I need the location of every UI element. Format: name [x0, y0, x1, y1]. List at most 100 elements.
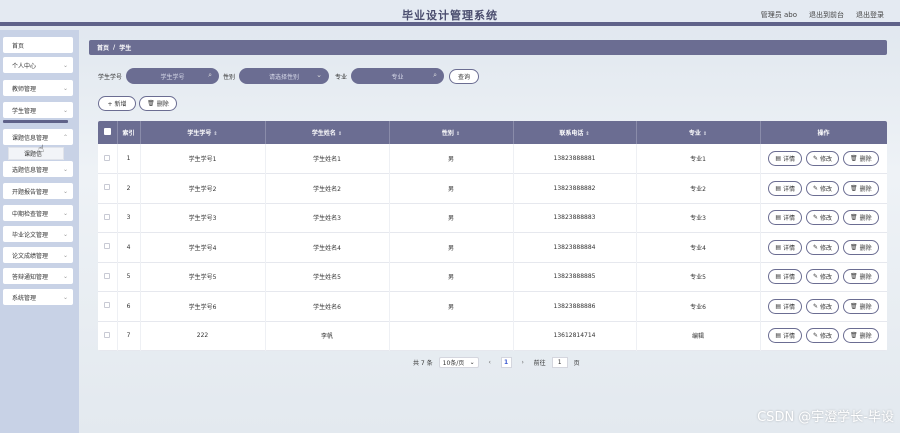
page-number-current[interactable]: 1: [500, 356, 512, 368]
student-no-input[interactable]: 学生学号 ⌕: [126, 68, 220, 84]
cell-student-name: 学生姓名4: [265, 232, 390, 262]
edit-button[interactable]: ✎ 修改: [806, 298, 840, 314]
checkbox[interactable]: [104, 154, 111, 161]
next-page-icon[interactable]: ›: [518, 357, 528, 368]
cell-major: 编辑: [636, 321, 761, 351]
pencil-icon: ✎: [813, 243, 819, 251]
cell-gender: 男: [389, 203, 514, 233]
row-checkbox[interactable]: [98, 291, 118, 321]
chevron-down-icon: ⌄: [62, 165, 68, 173]
watermark: CSDN @宇澄学长-毕设: [757, 410, 894, 425]
checkbox[interactable]: [104, 184, 111, 191]
sidebar-item-grades[interactable]: 论文成绩管理 ⌄: [3, 247, 73, 263]
delete-button[interactable]: 🗑 删除: [843, 239, 879, 255]
header-major[interactable]: 专业 ⇕: [636, 121, 761, 144]
delete-button[interactable]: 🗑 删除: [843, 298, 879, 314]
detail-button[interactable]: ▤ 详情: [768, 328, 802, 344]
select-all-checkbox[interactable]: [98, 121, 118, 144]
cell-student-name: 学生姓名1: [265, 144, 390, 174]
logout-link[interactable]: 退出登录: [856, 10, 884, 20]
admin-user-label[interactable]: 管理员 abo: [761, 10, 797, 20]
delete-button[interactable]: 🗑 删除: [843, 180, 879, 196]
edit-label: 修改: [820, 303, 833, 311]
prev-page-icon[interactable]: ‹: [485, 357, 495, 368]
row-checkbox[interactable]: [98, 203, 118, 233]
header-student-no[interactable]: 学生学号 ⇕: [140, 121, 266, 144]
cell-student-no: 学生学号6: [140, 291, 266, 321]
delete-button[interactable]: 🗑 删除: [843, 269, 879, 285]
sidebar-item-system[interactable]: 系统管理 ⌄: [3, 289, 73, 305]
doc-icon: ▤: [775, 184, 781, 192]
cell-actions: ▤ 详情 ✎ 修改 🗑 删除: [760, 203, 887, 233]
checkbox[interactable]: [104, 243, 111, 250]
cell-major: 专业4: [636, 232, 761, 262]
sidebar-item-proposal[interactable]: 开题报告管理 ⌄: [3, 183, 73, 199]
checkbox[interactable]: [104, 213, 111, 220]
edit-label: 修改: [820, 333, 833, 341]
sidebar-item-defense[interactable]: 答辩通知管理 ⌄: [3, 268, 73, 284]
detail-button[interactable]: ▤ 详情: [768, 298, 802, 314]
cell-gender: 男: [389, 173, 514, 203]
sidebar-item-thesis[interactable]: 毕业论文管理 ⌄: [3, 226, 73, 242]
edit-button[interactable]: ✎ 修改: [806, 180, 840, 196]
edit-button[interactable]: ✎ 修改: [806, 328, 840, 344]
row-checkbox[interactable]: [98, 144, 118, 174]
major-input[interactable]: 专业 ⌕: [351, 68, 445, 84]
goto-page-input[interactable]: 1: [551, 356, 568, 368]
header-phone[interactable]: 联系电话 ⇕: [513, 121, 637, 144]
detail-button[interactable]: ▤ 详情: [768, 210, 802, 226]
batch-delete-button[interactable]: 🗑 删除: [139, 96, 177, 111]
table-row: 4 学生学号4 学生姓名4 男 13823888884 专业4 ▤ 详情 ✎ 修改 🗑 删除: [98, 232, 887, 262]
query-button[interactable]: 查询: [449, 68, 480, 84]
row-checkbox[interactable]: [98, 232, 118, 262]
top-header: 毕业设计管理系统 管理员 abo 退出到前台 退出登录: [0, 0, 900, 26]
sidebar-item-home[interactable]: 首页: [3, 37, 73, 53]
sidebar-item-students[interactable]: 学生管理 ⌄: [3, 102, 73, 118]
doc-icon: ▤: [775, 302, 781, 310]
chevron-down-icon: ⌄: [62, 293, 68, 301]
header-student-name[interactable]: 学生姓名 ⇕: [265, 121, 390, 144]
add-button[interactable]: + 新增: [98, 96, 136, 111]
checkbox[interactable]: [104, 272, 111, 279]
cell-student-no: 学生学号4: [140, 232, 266, 262]
sidebar-item-teachers[interactable]: 教师管理 ⌄: [3, 80, 73, 96]
detail-button[interactable]: ▤ 详情: [768, 151, 802, 166]
sidebar-item-label: 选题信息管理: [12, 166, 49, 174]
trash-icon: 🗑: [147, 100, 155, 107]
detail-button[interactable]: ▤ 详情: [768, 180, 802, 196]
delete-label: 删除: [859, 244, 872, 252]
edit-button[interactable]: ✎ 修改: [806, 269, 840, 285]
cell-index: 7: [117, 321, 141, 351]
page-size-select[interactable]: 10条/页 ⌄: [438, 356, 479, 368]
sidebar-item-midterm[interactable]: 中期检查管理 ⌄: [3, 205, 73, 221]
sidebar-subitem-topic-info[interactable]: 课题信: [8, 147, 64, 160]
sidebar-item-topics[interactable]: 课题信息管理 ⌃: [3, 129, 73, 145]
breadcrumb-home[interactable]: 首页: [97, 43, 109, 52]
gender-select[interactable]: 请选择性别 ⌄: [239, 68, 330, 84]
detail-button[interactable]: ▤ 详情: [768, 239, 802, 255]
cell-actions: ▤ 详情 ✎ 修改 🗑 删除: [760, 232, 887, 262]
edit-button[interactable]: ✎ 修改: [806, 151, 840, 166]
checkbox[interactable]: [104, 331, 111, 338]
edit-button[interactable]: ✎ 修改: [806, 210, 840, 226]
cell-gender: 男: [389, 262, 514, 292]
row-checkbox[interactable]: [98, 321, 118, 351]
sidebar-item-label: 答辩通知管理: [12, 273, 49, 281]
delete-button[interactable]: 🗑 删除: [843, 210, 879, 226]
delete-button[interactable]: 🗑 删除: [843, 151, 879, 166]
header-actions: 操作: [760, 121, 887, 144]
row-checkbox[interactable]: [98, 262, 118, 292]
trash-icon: 🗑: [850, 214, 858, 222]
trash-icon: 🗑: [850, 302, 858, 310]
doc-icon: ▤: [775, 273, 781, 281]
doc-icon: ▤: [775, 214, 781, 222]
header-gender[interactable]: 性别 ⇕: [389, 121, 514, 144]
edit-button[interactable]: ✎ 修改: [806, 239, 840, 255]
front-site-link[interactable]: 退出到前台: [809, 10, 844, 20]
row-checkbox[interactable]: [98, 173, 118, 203]
sidebar-item-selection[interactable]: 选题信息管理 ⌄: [3, 161, 73, 177]
detail-button[interactable]: ▤ 详情: [768, 269, 802, 285]
delete-button[interactable]: 🗑 删除: [843, 328, 879, 344]
sidebar-item-profile[interactable]: 个人中心 ⌄: [3, 57, 73, 73]
checkbox[interactable]: [104, 302, 111, 309]
